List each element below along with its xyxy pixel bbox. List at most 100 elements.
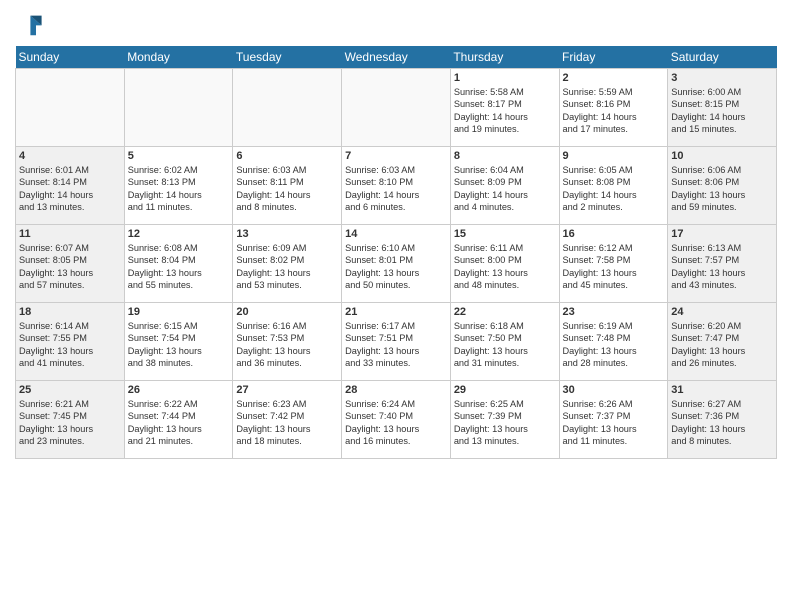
- calendar-cell: 6 Sunrise: 6:03 AM Sunset: 8:11 PM Daylig…: [233, 147, 342, 225]
- day-number: 5: [128, 150, 230, 162]
- calendar-cell: [16, 69, 125, 147]
- day-number: 31: [671, 384, 773, 396]
- calendar-cell: 13 Sunrise: 6:09 AM Sunset: 8:02 PM Dayli…: [233, 225, 342, 303]
- cell-info: Sunrise: 6:12 AM Sunset: 7:58 PM Dayligh…: [563, 242, 665, 292]
- calendar-cell: 5Sunrise: 6:02 AM Sunset: 8:13 PM Daylig…: [124, 147, 233, 225]
- calendar-cell: 27 Sunrise: 6:23 AM Sunset: 7:42 PM Dayli…: [233, 381, 342, 459]
- logo-icon: [15, 10, 43, 38]
- cell-info: Sunrise: 6:15 AM Sunset: 7:54 PM Dayligh…: [128, 320, 230, 370]
- cell-info: Sunrise: 6:01 AM Sunset: 8:14 PM Dayligh…: [19, 164, 121, 214]
- calendar-row: 11 Sunrise: 6:07 AM Sunset: 8:05 PM Dayli…: [16, 225, 777, 303]
- cell-info: Sunrise: 6:16 AM Sunset: 7:53 PM Dayligh…: [236, 320, 338, 370]
- cell-info: Sunrise: 6:27 AM Sunset: 7:36 PM Dayligh…: [671, 398, 773, 448]
- day-number: 19: [128, 306, 230, 318]
- day-number: 7: [345, 150, 447, 162]
- day-number: 21: [345, 306, 447, 318]
- day-number: 24: [671, 306, 773, 318]
- calendar-cell: 26 Sunrise: 6:22 AM Sunset: 7:44 PM Dayli…: [124, 381, 233, 459]
- cell-info: Sunrise: 6:04 AM Sunset: 8:09 PM Dayligh…: [454, 164, 556, 214]
- day-number: 28: [345, 384, 447, 396]
- cell-info: Sunrise: 6:03 AM Sunset: 8:11 PM Dayligh…: [236, 164, 338, 214]
- cell-info: Sunrise: 6:26 AM Sunset: 7:37 PM Dayligh…: [563, 398, 665, 448]
- calendar-cell: 21 Sunrise: 6:17 AM Sunset: 7:51 PM Dayli…: [342, 303, 451, 381]
- col-header-thursday: Thursday: [450, 46, 559, 69]
- cell-info: Sunrise: 5:59 AM Sunset: 8:16 PM Dayligh…: [563, 86, 665, 136]
- calendar-cell: 29Sunrise: 6:25 AM Sunset: 7:39 PM Dayli…: [450, 381, 559, 459]
- cell-info: Sunrise: 6:10 AM Sunset: 8:01 PM Dayligh…: [345, 242, 447, 292]
- day-number: 2: [563, 72, 665, 84]
- calendar-page: SundayMondayTuesdayWednesdayThursdayFrid…: [0, 0, 792, 612]
- calendar-row: 25 Sunrise: 6:21 AM Sunset: 7:45 PM Dayli…: [16, 381, 777, 459]
- cell-info: Sunrise: 6:07 AM Sunset: 8:05 PM Dayligh…: [19, 242, 121, 292]
- calendar-cell: 3 Sunrise: 6:00 AM Sunset: 8:15 PM Daylig…: [668, 69, 777, 147]
- calendar-cell: 15 Sunrise: 6:11 AM Sunset: 8:00 PM Dayli…: [450, 225, 559, 303]
- cell-info: Sunrise: 6:03 AM Sunset: 8:10 PM Dayligh…: [345, 164, 447, 214]
- cell-info: Sunrise: 6:00 AM Sunset: 8:15 PM Dayligh…: [671, 86, 773, 136]
- calendar-cell: 18 Sunrise: 6:14 AM Sunset: 7:55 PM Dayli…: [16, 303, 125, 381]
- header: [15, 10, 777, 38]
- day-number: 26: [128, 384, 230, 396]
- day-number: 25: [19, 384, 121, 396]
- day-number: 29: [454, 384, 556, 396]
- calendar-cell: 23 Sunrise: 6:19 AM Sunset: 7:48 PM Dayli…: [559, 303, 668, 381]
- cell-info: Sunrise: 6:06 AM Sunset: 8:06 PM Dayligh…: [671, 164, 773, 214]
- col-header-saturday: Saturday: [668, 46, 777, 69]
- day-number: 6: [236, 150, 338, 162]
- calendar-cell: 12Sunrise: 6:08 AM Sunset: 8:04 PM Dayli…: [124, 225, 233, 303]
- calendar-cell: 31 Sunrise: 6:27 AM Sunset: 7:36 PM Dayli…: [668, 381, 777, 459]
- col-header-friday: Friday: [559, 46, 668, 69]
- calendar-cell: 25 Sunrise: 6:21 AM Sunset: 7:45 PM Dayli…: [16, 381, 125, 459]
- cell-info: Sunrise: 6:19 AM Sunset: 7:48 PM Dayligh…: [563, 320, 665, 370]
- calendar-cell: 19 Sunrise: 6:15 AM Sunset: 7:54 PM Dayli…: [124, 303, 233, 381]
- calendar-cell: 16Sunrise: 6:12 AM Sunset: 7:58 PM Dayli…: [559, 225, 668, 303]
- cell-info: Sunrise: 6:21 AM Sunset: 7:45 PM Dayligh…: [19, 398, 121, 448]
- calendar-cell: 17Sunrise: 6:13 AM Sunset: 7:57 PM Dayli…: [668, 225, 777, 303]
- day-number: 13: [236, 228, 338, 240]
- day-number: 9: [563, 150, 665, 162]
- cell-info: Sunrise: 6:22 AM Sunset: 7:44 PM Dayligh…: [128, 398, 230, 448]
- calendar-cell: [342, 69, 451, 147]
- day-number: 8: [454, 150, 556, 162]
- calendar-cell: 4 Sunrise: 6:01 AM Sunset: 8:14 PM Daylig…: [16, 147, 125, 225]
- cell-info: Sunrise: 6:23 AM Sunset: 7:42 PM Dayligh…: [236, 398, 338, 448]
- day-number: 1: [454, 72, 556, 84]
- day-number: 15: [454, 228, 556, 240]
- col-header-wednesday: Wednesday: [342, 46, 451, 69]
- cell-info: Sunrise: 6:20 AM Sunset: 7:47 PM Dayligh…: [671, 320, 773, 370]
- calendar-row: 4 Sunrise: 6:01 AM Sunset: 8:14 PM Daylig…: [16, 147, 777, 225]
- day-number: 3: [671, 72, 773, 84]
- calendar-cell: 22Sunrise: 6:18 AM Sunset: 7:50 PM Dayli…: [450, 303, 559, 381]
- day-number: 4: [19, 150, 121, 162]
- cell-info: Sunrise: 6:11 AM Sunset: 8:00 PM Dayligh…: [454, 242, 556, 292]
- day-number: 22: [454, 306, 556, 318]
- cell-info: Sunrise: 5:58 AM Sunset: 8:17 PM Dayligh…: [454, 86, 556, 136]
- day-number: 18: [19, 306, 121, 318]
- calendar-cell: 14Sunrise: 6:10 AM Sunset: 8:01 PM Dayli…: [342, 225, 451, 303]
- calendar-cell: 30Sunrise: 6:26 AM Sunset: 7:37 PM Dayli…: [559, 381, 668, 459]
- day-number: 23: [563, 306, 665, 318]
- cell-info: Sunrise: 6:13 AM Sunset: 7:57 PM Dayligh…: [671, 242, 773, 292]
- calendar-cell: 9 Sunrise: 6:05 AM Sunset: 8:08 PM Daylig…: [559, 147, 668, 225]
- day-number: 11: [19, 228, 121, 240]
- day-number: 12: [128, 228, 230, 240]
- calendar-cell: 20 Sunrise: 6:16 AM Sunset: 7:53 PM Dayli…: [233, 303, 342, 381]
- day-number: 27: [236, 384, 338, 396]
- calendar-cell: 28 Sunrise: 6:24 AM Sunset: 7:40 PM Dayli…: [342, 381, 451, 459]
- cell-info: Sunrise: 6:17 AM Sunset: 7:51 PM Dayligh…: [345, 320, 447, 370]
- logo: [15, 10, 47, 38]
- cell-info: Sunrise: 6:09 AM Sunset: 8:02 PM Dayligh…: [236, 242, 338, 292]
- cell-info: Sunrise: 6:14 AM Sunset: 7:55 PM Dayligh…: [19, 320, 121, 370]
- calendar-cell: 24 Sunrise: 6:20 AM Sunset: 7:47 PM Dayli…: [668, 303, 777, 381]
- calendar-table: SundayMondayTuesdayWednesdayThursdayFrid…: [15, 46, 777, 459]
- calendar-cell: 8 Sunrise: 6:04 AM Sunset: 8:09 PM Daylig…: [450, 147, 559, 225]
- calendar-cell: [233, 69, 342, 147]
- cell-info: Sunrise: 6:05 AM Sunset: 8:08 PM Dayligh…: [563, 164, 665, 214]
- calendar-cell: 10Sunrise: 6:06 AM Sunset: 8:06 PM Dayli…: [668, 147, 777, 225]
- header-row: SundayMondayTuesdayWednesdayThursdayFrid…: [16, 46, 777, 69]
- calendar-cell: 2 Sunrise: 5:59 AM Sunset: 8:16 PM Daylig…: [559, 69, 668, 147]
- calendar-row: 18 Sunrise: 6:14 AM Sunset: 7:55 PM Dayli…: [16, 303, 777, 381]
- day-number: 20: [236, 306, 338, 318]
- cell-info: Sunrise: 6:24 AM Sunset: 7:40 PM Dayligh…: [345, 398, 447, 448]
- calendar-cell: 11 Sunrise: 6:07 AM Sunset: 8:05 PM Dayli…: [16, 225, 125, 303]
- calendar-cell: 7 Sunrise: 6:03 AM Sunset: 8:10 PM Daylig…: [342, 147, 451, 225]
